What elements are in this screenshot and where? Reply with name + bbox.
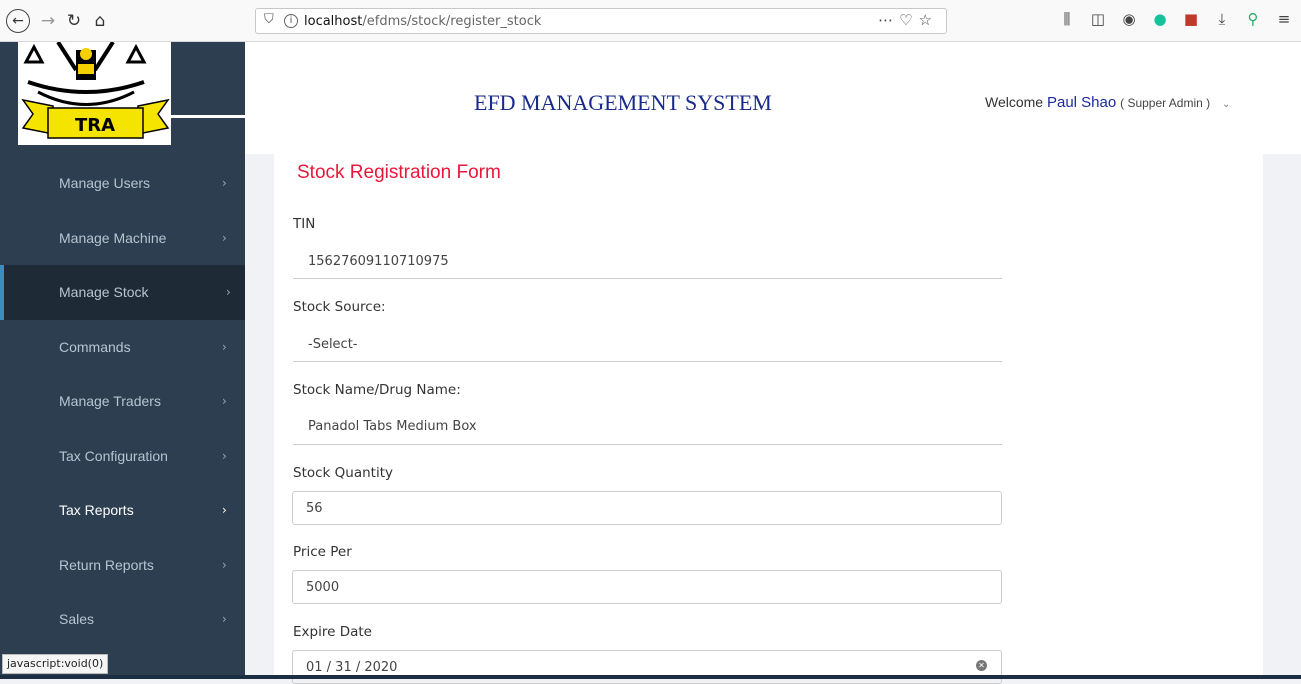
sidebar-item-label: Manage Traders xyxy=(59,393,161,410)
sidebar-item-label: Tax Reports xyxy=(59,502,134,519)
url-text[interactable]: localhost/efdms/stock/register_stock xyxy=(304,14,541,29)
link-status-tooltip: javascript:void(0) xyxy=(2,654,109,674)
url-bar[interactable]: ⛉ i localhost/efdms/stock/register_stock… xyxy=(255,8,947,34)
chevron-right-icon: › xyxy=(222,230,227,245)
welcome-text: Welcome xyxy=(985,94,1044,110)
os-taskbar xyxy=(0,675,1301,679)
chevron-right-icon: › xyxy=(226,285,231,300)
sidebar-item-manage-users[interactable]: Manage Users › xyxy=(0,156,245,211)
user-role: ( Supper Admin ) xyxy=(1120,96,1211,110)
price-per-input[interactable]: 5000 xyxy=(292,570,1002,604)
sidebar-item-tax-reports[interactable]: Tax Reports › xyxy=(0,483,245,538)
stock-quantity-label: Stock Quantity xyxy=(293,465,393,481)
pocket-icon[interactable]: ♡ xyxy=(899,11,918,29)
sidebar: TRA Manage Users › Manage Machine › Mana… xyxy=(0,40,245,679)
system-title: EFD MANAGEMENT SYSTEM xyxy=(474,90,772,115)
tin-label: TIN xyxy=(293,216,316,232)
sidebar-item-label: Manage Machine xyxy=(59,229,167,246)
sidebar-item-label: Manage Users xyxy=(59,175,151,192)
sidebar-item-manage-stock[interactable]: Manage Stock › xyxy=(0,265,245,320)
chevron-right-icon: › xyxy=(222,339,227,354)
toolbar-icons: ⫼ ◫ ◉ ● ■ ⤓ ⚲ ≡ xyxy=(1058,10,1293,28)
sidebar-item-commands[interactable]: Commands › xyxy=(0,320,245,375)
sidebar-item-label: Tax Configuration xyxy=(59,447,168,464)
header-divider xyxy=(171,115,245,118)
chevron-right-icon: › xyxy=(222,176,227,191)
home-icon[interactable]: ⌂ xyxy=(88,9,112,33)
download-icon[interactable]: ⤓ xyxy=(1213,10,1231,28)
sidebar-item-manage-machine[interactable]: Manage Machine › xyxy=(0,211,245,266)
browser-toolbar: ← → ↻ ⌂ ⛉ i localhost/efdms/stock/regist… xyxy=(0,0,1301,42)
user-name: Paul Shao xyxy=(1046,94,1117,111)
sidebar-item-label: Manage Stock xyxy=(59,284,149,301)
extension-icon[interactable]: ◉ xyxy=(1120,10,1138,28)
url-actions: ⋯♡☆ xyxy=(878,11,938,29)
extension-red-icon[interactable]: ■ xyxy=(1182,10,1200,28)
search-extension-icon[interactable]: ⚲ xyxy=(1244,10,1262,28)
info-icon[interactable]: i xyxy=(284,14,298,28)
stock-source-select[interactable]: -Select- xyxy=(293,337,1002,362)
menu-icon[interactable]: ≡ xyxy=(1275,10,1293,28)
bookmark-star-icon[interactable]: ☆ xyxy=(919,11,938,29)
stock-source-label: Stock Source: xyxy=(293,299,386,315)
sidebar-item-label: Sales xyxy=(59,611,95,628)
more-icon[interactable]: ⋯ xyxy=(878,11,899,29)
expire-date-value: 01 / 31 / 2020 xyxy=(306,660,398,675)
clear-icon[interactable]: ✕ xyxy=(976,660,987,671)
back-icon[interactable]: ← xyxy=(6,9,30,33)
library-icon[interactable]: ⫼ xyxy=(1058,10,1076,28)
sidebar-item-return-reports[interactable]: Return Reports › xyxy=(0,538,245,593)
chevron-right-icon: › xyxy=(222,448,227,463)
price-per-label: Price Per xyxy=(293,544,352,560)
reload-icon[interactable]: ↻ xyxy=(62,9,86,33)
sidebar-item-tax-configuration[interactable]: Tax Configuration › xyxy=(0,429,245,484)
shield-icon[interactable]: ⛉ xyxy=(264,12,274,27)
user-menu[interactable]: Welcome Paul Shao ( Supper Admin ) ⌄ xyxy=(985,94,1230,111)
logo-text: TRA xyxy=(75,115,115,136)
expire-date-label: Expire Date xyxy=(293,624,372,640)
chevron-right-icon: › xyxy=(222,557,227,572)
page-header: EFD MANAGEMENT SYSTEM Welcome Paul Shao … xyxy=(245,42,1301,154)
chevron-right-icon: › xyxy=(222,612,227,627)
stock-name-label: Stock Name/Drug Name: xyxy=(293,382,461,398)
chevron-right-icon: › xyxy=(222,394,227,409)
grammarly-icon[interactable]: ● xyxy=(1151,10,1169,28)
sidebar-item-sales[interactable]: Sales › xyxy=(0,592,245,647)
chevron-down-icon[interactable]: ⌄ xyxy=(1222,99,1230,110)
stock-name-field[interactable]: Panadol Tabs Medium Box xyxy=(293,419,1002,445)
sidebar-item-manage-traders[interactable]: Manage Traders › xyxy=(0,374,245,429)
right-gutter xyxy=(1263,154,1301,679)
stock-registration-panel: Stock Registration Form TIN 156276091107… xyxy=(274,154,1263,684)
sidebar-menu: Manage Users › Manage Machine › Manage S… xyxy=(0,156,245,647)
forward-icon[interactable]: → xyxy=(36,9,60,33)
sidebar-item-label: Return Reports xyxy=(59,556,154,573)
tin-field[interactable]: 15627609110710975 xyxy=(293,254,1002,279)
chevron-right-icon: › xyxy=(222,503,227,518)
form-title: Stock Registration Form xyxy=(297,162,501,183)
stock-quantity-input[interactable]: 56 xyxy=(292,491,1002,525)
sidebar-item-label: Commands xyxy=(59,338,131,355)
sidebar-icon[interactable]: ◫ xyxy=(1089,10,1107,28)
tra-logo: TRA xyxy=(18,40,171,145)
